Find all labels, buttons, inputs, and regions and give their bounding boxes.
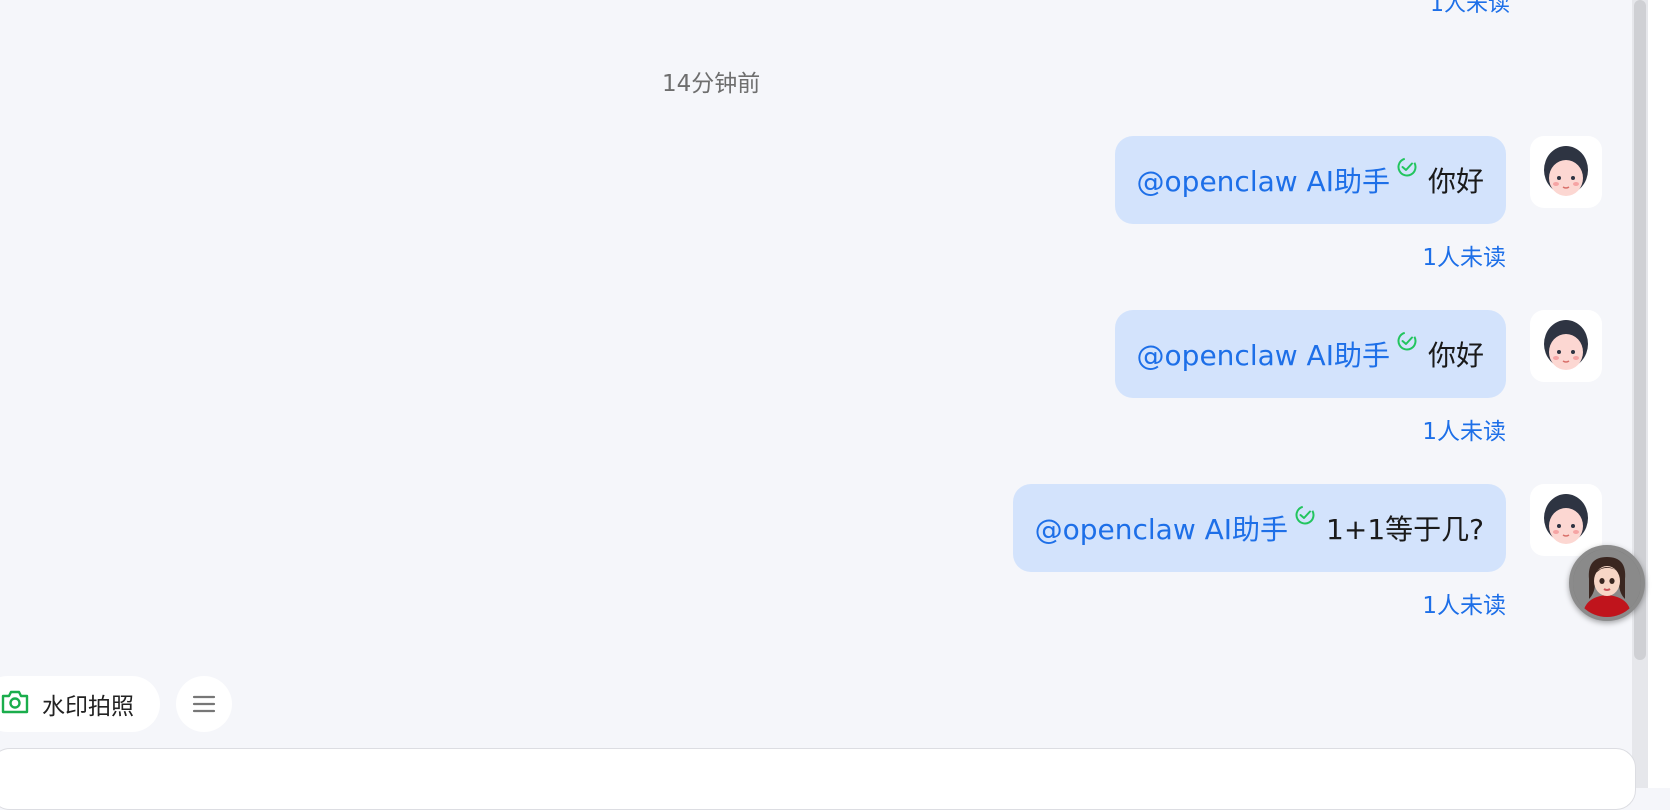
read-status[interactable]: 1人未读: [1422, 238, 1506, 272]
read-status: 1人未读: [1430, 0, 1510, 17]
read-status[interactable]: 1人未读: [1422, 412, 1506, 446]
verified-check-icon: [1294, 500, 1316, 533]
message-bubble[interactable]: @openclaw AI助手 1+1等于几?: [1012, 484, 1506, 572]
message-timestamp: 14分钟前: [662, 71, 761, 97]
mention-link[interactable]: @openclaw AI助手: [1137, 160, 1390, 200]
assistant-avatar-icon[interactable]: [1569, 545, 1645, 621]
girl-avatar-icon[interactable]: [1530, 136, 1602, 208]
message-input[interactable]: [0, 748, 1636, 810]
chat-message: @openclaw AI助手 你好 1人未读: [1114, 310, 1506, 446]
camera-icon: [0, 689, 30, 719]
mention-link[interactable]: @openclaw AI助手: [1137, 334, 1390, 374]
message-text: 1+1等于几?: [1326, 513, 1484, 546]
hamburger-menu-icon[interactable]: [176, 676, 232, 732]
message-bubble[interactable]: @openclaw AI助手 你好: [1114, 136, 1506, 224]
watermark-photo-button[interactable]: 水印拍照: [0, 676, 160, 732]
message-text: 你好: [1427, 165, 1484, 198]
chat-message: @openclaw AI助手 你好 1人未读: [1114, 136, 1506, 272]
verified-check-icon: [1396, 326, 1418, 359]
watermark-photo-label: 水印拍照: [42, 694, 134, 720]
message-bubble[interactable]: @openclaw AI助手 你好: [1114, 310, 1506, 398]
girl-avatar-icon[interactable]: [1530, 484, 1602, 556]
verified-check-icon: [1396, 152, 1418, 185]
chat-message: @openclaw AI助手 1+1等于几? 1人未读: [1012, 484, 1506, 620]
message-text: 你好: [1427, 339, 1484, 372]
girl-avatar-icon[interactable]: [1530, 310, 1602, 382]
read-status[interactable]: 1人未读: [1422, 586, 1506, 620]
window-edge: [1648, 0, 1670, 788]
mention-link[interactable]: @openclaw AI助手: [1035, 508, 1288, 548]
